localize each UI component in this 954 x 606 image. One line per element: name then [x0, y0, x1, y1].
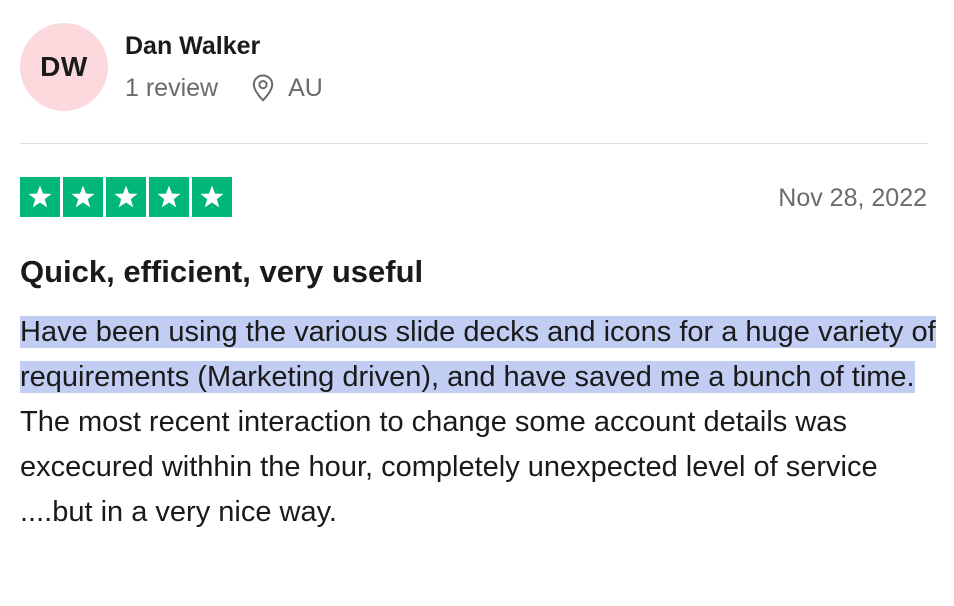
- star-icon: [28, 185, 52, 208]
- review-text: The most recent interaction to change so…: [20, 406, 878, 528]
- review-body: Have been using the various slide decks …: [20, 310, 940, 535]
- star-box: [106, 177, 146, 217]
- reviewer-name[interactable]: Dan Walker: [125, 31, 323, 61]
- review-date: Nov 28, 2022: [778, 184, 927, 212]
- reviewer-location: AU: [252, 73, 323, 103]
- star-rating: [20, 177, 232, 217]
- map-pin-icon: [252, 74, 274, 102]
- star-box: [63, 177, 103, 217]
- reviewer-info: Dan Walker 1 review AU: [125, 31, 323, 103]
- review-title[interactable]: Quick, efficient, very useful: [20, 253, 423, 291]
- star-icon: [114, 185, 138, 208]
- star-icon: [71, 185, 95, 208]
- star-box: [20, 177, 60, 217]
- location-label: AU: [288, 74, 323, 102]
- avatar[interactable]: DW: [20, 23, 108, 111]
- reviewer-meta: 1 review AU: [125, 73, 323, 103]
- star-icon: [200, 185, 224, 208]
- avatar-initials: DW: [40, 51, 88, 82]
- star-icon: [157, 185, 181, 208]
- reviewer-header: DW Dan Walker 1 review AU: [20, 22, 323, 112]
- star-box: [149, 177, 189, 217]
- review-count: 1 review: [125, 74, 219, 102]
- star-box: [192, 177, 232, 217]
- selected-text: Have been using the various slide decks …: [20, 316, 936, 393]
- divider: [20, 143, 928, 144]
